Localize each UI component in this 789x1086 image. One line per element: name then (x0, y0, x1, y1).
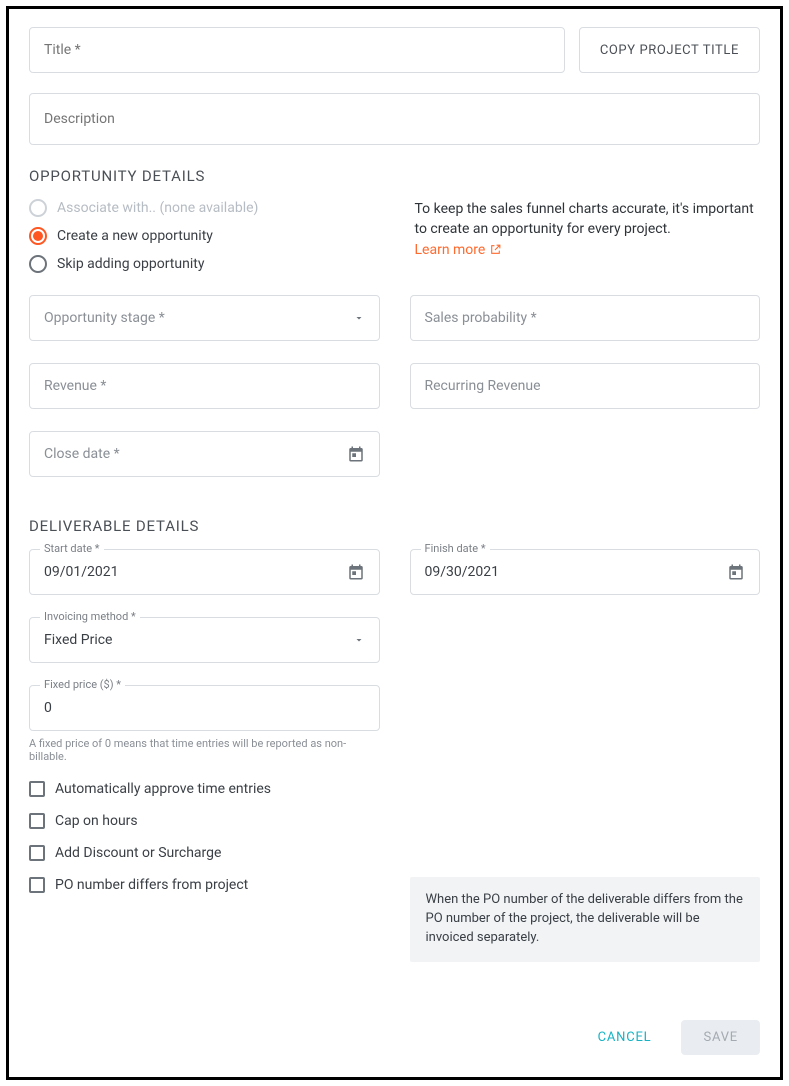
radio-icon (29, 255, 47, 273)
checkbox-po-number-differs[interactable]: PO number differs from project (29, 877, 380, 893)
calendar-icon (347, 563, 365, 581)
checkbox-icon (29, 845, 45, 861)
checkbox-label: PO number differs from project (55, 877, 248, 893)
radio-icon (29, 199, 47, 217)
finish-date-input[interactable]: Finish date * 09/30/2021 (410, 549, 761, 595)
title-input-wrapper[interactable] (29, 27, 565, 73)
checkbox-label: Automatically approve time entries (55, 781, 271, 797)
field-placeholder: Sales probability * (425, 310, 746, 326)
cancel-button[interactable]: CANCEL (592, 1022, 658, 1053)
checkbox-cap-hours[interactable]: Cap on hours (29, 813, 760, 829)
field-placeholder: Opportunity stage * (44, 310, 353, 326)
invoicing-method-value: Fixed Price (44, 632, 353, 648)
start-date-input[interactable]: Start date * 09/01/2021 (29, 549, 380, 595)
recurring-revenue-input[interactable]: Recurring Revenue (410, 363, 761, 409)
floating-label: Invoicing method * (40, 610, 140, 623)
title-input[interactable] (44, 42, 550, 58)
learn-more-link[interactable]: Learn more (415, 240, 503, 260)
opportunity-info-text: To keep the sales funnel charts accurate… (415, 199, 761, 260)
checkbox-discount-surcharge[interactable]: Add Discount or Surcharge (29, 845, 760, 861)
floating-label: Fixed price ($) * (40, 678, 125, 691)
radio-label: Skip adding opportunity (57, 256, 204, 272)
field-placeholder: Revenue * (44, 378, 365, 394)
chevron-down-icon (353, 634, 365, 646)
save-button[interactable]: SAVE (681, 1020, 760, 1055)
checkbox-label: Add Discount or Surcharge (55, 845, 221, 861)
checkbox-icon (29, 813, 45, 829)
finish-date-value: 09/30/2021 (425, 564, 728, 580)
external-link-icon (489, 243, 502, 256)
fixed-price-value: 0 (44, 700, 365, 716)
field-placeholder: Recurring Revenue (425, 378, 746, 394)
checkbox-label: Cap on hours (55, 813, 138, 829)
learn-more-label: Learn more (415, 240, 486, 260)
checkbox-icon (29, 877, 45, 893)
info-text-content: To keep the sales funnel charts accurate… (415, 201, 754, 237)
fixed-price-input[interactable]: Fixed price ($) * 0 (29, 685, 380, 731)
deliverable-section-title: DELIVERABLE DETAILS (29, 517, 760, 535)
radio-label: Create a new opportunity (57, 228, 213, 244)
fixed-price-helper: A fixed price of 0 means that time entri… (29, 737, 380, 763)
floating-label: Finish date * (421, 542, 490, 555)
radio-associate-with: Associate with.. (none available) (29, 199, 375, 217)
description-input[interactable] (44, 111, 745, 127)
po-number-tooltip: When the PO number of the deliverable di… (410, 877, 761, 962)
calendar-icon (727, 563, 745, 581)
invoicing-method-select[interactable]: Invoicing method * Fixed Price (29, 617, 380, 663)
checkbox-auto-approve[interactable]: Automatically approve time entries (29, 781, 760, 797)
opportunity-stage-select[interactable]: Opportunity stage * (29, 295, 380, 341)
opportunity-section-title: OPPORTUNITY DETAILS (29, 167, 760, 185)
checkbox-icon (29, 781, 45, 797)
close-date-input[interactable]: Close date * (29, 431, 380, 477)
radio-icon (29, 227, 47, 245)
revenue-input[interactable]: Revenue * (29, 363, 380, 409)
chevron-down-icon (353, 312, 365, 324)
description-input-wrapper[interactable] (29, 93, 760, 145)
floating-label: Start date * (40, 542, 104, 555)
sales-probability-input[interactable]: Sales probability * (410, 295, 761, 341)
start-date-value: 09/01/2021 (44, 564, 347, 580)
radio-create-opportunity[interactable]: Create a new opportunity (29, 227, 375, 245)
radio-skip-opportunity[interactable]: Skip adding opportunity (29, 255, 375, 273)
field-placeholder: Close date * (44, 446, 347, 462)
calendar-icon (347, 445, 365, 463)
copy-project-title-button[interactable]: COPY PROJECT TITLE (579, 27, 760, 73)
radio-label: Associate with.. (none available) (57, 200, 258, 216)
